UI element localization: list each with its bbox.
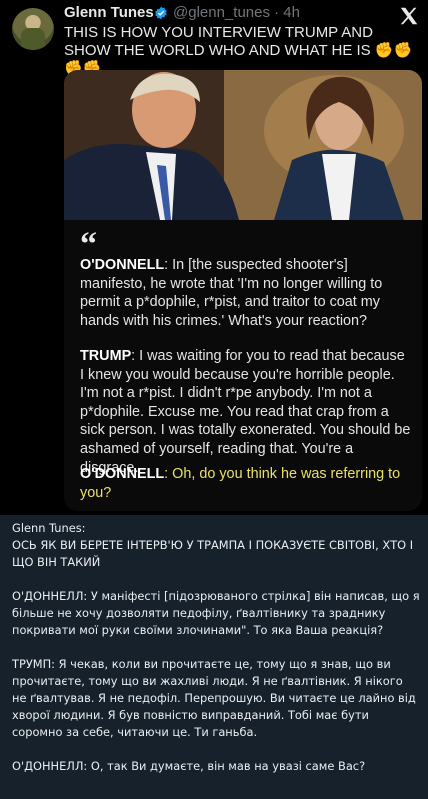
- quote-speaker: O'DONNELL: [80, 257, 165, 273]
- message-sender: Glenn Tunes:: [12, 521, 86, 535]
- quote-speaker: O'DONNELL: [80, 466, 165, 482]
- message-paragraph-3: О'ДОННЕЛЛ: О, так Ви думаєте, він мав на…: [12, 759, 366, 773]
- author-name[interactable]: Glenn Tunes: [64, 4, 154, 21]
- message-text: Glenn Tunes: ОСЬ ЯК ВИ БЕРЕТЕ ІНТЕРВ'Ю У…: [12, 520, 420, 792]
- quote-1: O'DONNELL: In [the suspected shooter's] …: [80, 256, 412, 330]
- message-paragraph-2: ТРУМП: Я чекав, коли ви прочитаєте це, т…: [12, 657, 416, 739]
- quote-2: TRUMP: I was waiting for you to read tha…: [80, 347, 412, 477]
- author-handle-time: @glenn_tunes · 4h: [173, 4, 300, 21]
- tweet-card[interactable]: Glenn Tunes @glenn_tunes · 4h THIS IS HO…: [0, 0, 428, 515]
- interview-photo: [64, 70, 422, 220]
- quote-text: : I was waiting for you to read that bec…: [80, 348, 411, 476]
- tweet-media[interactable]: “ O'DONNELL: In [the suspected shooter's…: [64, 70, 422, 511]
- verified-badge-icon: [155, 6, 167, 20]
- quote-speaker: TRUMP: [80, 348, 132, 364]
- author-avatar[interactable]: [12, 8, 54, 50]
- message-headline: ОСЬ ЯК ВИ БЕРЕТЕ ІНТЕРВ'Ю У ТРАМПА І ПОК…: [12, 538, 414, 569]
- quote-3: O'DONNELL: Oh, do you think he was refer…: [80, 465, 412, 502]
- message-paragraph-1: О'ДОННЕЛЛ: У маніфесті [підозрюваного ст…: [12, 589, 420, 637]
